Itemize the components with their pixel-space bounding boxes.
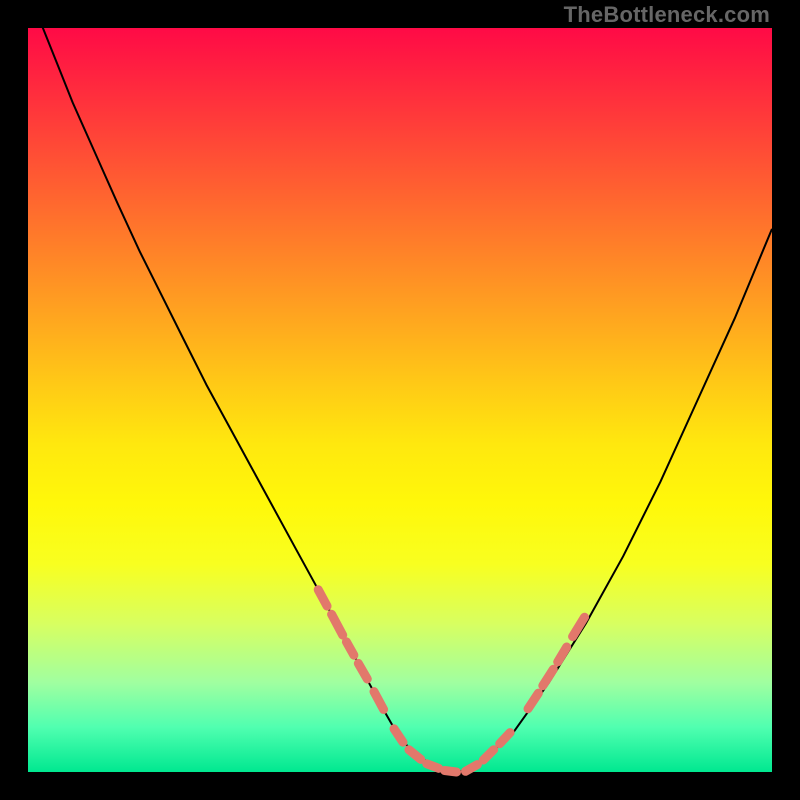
plot-area (28, 28, 772, 772)
watermark-text: TheBottleneck.com (564, 2, 770, 28)
highlight-dash (358, 663, 367, 679)
chart-container: TheBottleneck.com (0, 0, 800, 800)
highlight-dash (500, 733, 510, 744)
highlight-dash (445, 771, 457, 773)
highlight-dash (573, 617, 585, 636)
highlight-dash (466, 765, 478, 772)
highlight-dash (394, 729, 403, 742)
highlight-dash (528, 693, 538, 709)
highlight-dash (374, 692, 384, 710)
highlight-dash (427, 764, 439, 769)
highlight-dash (558, 647, 567, 662)
highlight-dash (483, 750, 493, 760)
highlight-dash (332, 614, 343, 635)
curve-svg (28, 28, 772, 772)
highlight-dash (346, 642, 354, 655)
highlight-dash (318, 590, 327, 606)
bottleneck-curve (28, 0, 772, 772)
highlight-dash (543, 669, 554, 685)
highlight-dash (409, 750, 421, 760)
highlight-dashes (318, 590, 584, 772)
